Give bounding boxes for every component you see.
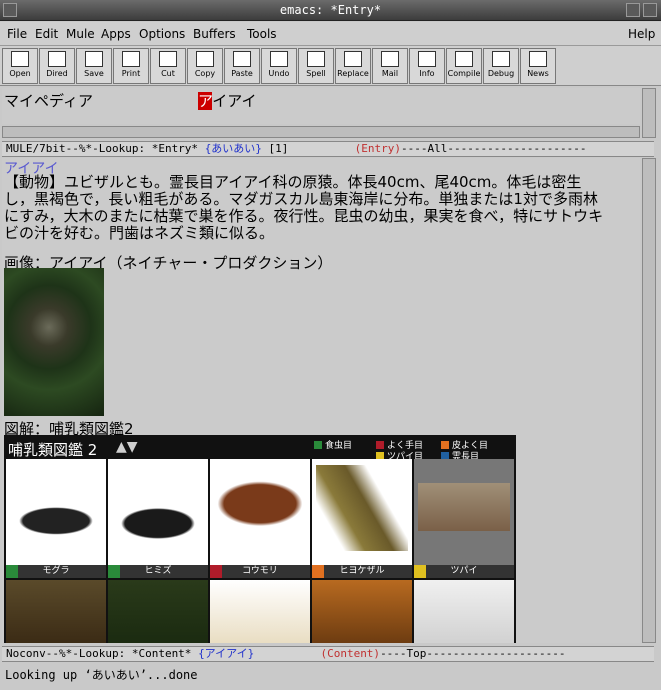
replace-button[interactable]: Replace	[335, 48, 371, 84]
lemur-cell[interactable]	[6, 580, 106, 643]
undo-icon	[270, 51, 288, 67]
dictionary-name[interactable]: マイペディア	[4, 90, 93, 111]
menu-tools[interactable]: Tools	[247, 27, 277, 41]
maximize-button[interactable]	[643, 3, 657, 17]
news-icon	[529, 51, 547, 67]
entry-body: 【動物】ユビザルとも。霊長目アイアイ科の原猿。体長40cm、尾40cm。体毛は密…	[4, 173, 604, 242]
undo-button[interactable]: Undo	[261, 48, 297, 84]
colugo-image	[316, 465, 408, 551]
save-button[interactable]: Save	[76, 48, 112, 84]
info-button[interactable]: Info	[409, 48, 445, 84]
guide-title: 哺乳類図鑑 2	[8, 441, 98, 459]
dired-icon	[48, 51, 66, 67]
tarsier-cell[interactable]	[210, 580, 310, 643]
legend-item: 食虫目	[314, 438, 352, 451]
menu-bar: File Edit Mule Apps Options Buffers Tool…	[0, 22, 661, 46]
minimize-button[interactable]	[626, 3, 640, 17]
modeline-entry: MULE/7bit--%*-Lookup: *Entry* {あいあい} [1]…	[2, 141, 654, 157]
animal-label: ヒミズ	[108, 565, 208, 578]
page-arrows-icon[interactable]: ▲▼	[116, 439, 138, 455]
replace-icon	[344, 51, 362, 67]
window-title: emacs: *Entry*	[279, 3, 382, 17]
bat-image	[214, 465, 306, 551]
news-button[interactable]: News	[520, 48, 556, 84]
info-icon	[418, 51, 436, 67]
monkey-cell[interactable]	[312, 580, 412, 643]
print-button[interactable]: Print	[113, 48, 149, 84]
menu-mule[interactable]: Mule	[66, 27, 95, 41]
paste-icon	[233, 51, 251, 67]
animal-cell[interactable]	[414, 459, 514, 565]
mail-icon	[381, 51, 399, 67]
menu-help[interactable]: Help	[628, 27, 655, 41]
main-vertical-scrollbar[interactable]	[642, 158, 656, 643]
title-bar: emacs: *Entry*	[0, 0, 661, 21]
menu-edit[interactable]: Edit	[35, 27, 58, 41]
legend-swatch	[441, 441, 449, 449]
compile-icon	[455, 51, 473, 67]
animal-label: コウモリ	[210, 565, 310, 578]
lookup-word[interactable]: アイアイ	[198, 90, 257, 111]
modeline-content: Noconv--%*-Lookup: *Content* {アイアイ} (Con…	[2, 646, 654, 662]
menu-file[interactable]: File	[7, 27, 27, 41]
animal-label: ツパイ	[414, 565, 514, 578]
spell-icon	[307, 51, 325, 67]
print-icon	[122, 51, 140, 67]
top-vertical-scrollbar[interactable]	[642, 88, 656, 138]
copy-button[interactable]: Copy	[187, 48, 223, 84]
mail-button[interactable]: Mail	[372, 48, 408, 84]
mole-image	[10, 465, 102, 551]
animal-cell[interactable]	[312, 459, 412, 565]
content-buffer[interactable]: アイアイ 【動物】ユビザルとも。霊長目アイアイ科の原猿。体長40cm、尾40cm…	[2, 158, 640, 643]
debug-button[interactable]: Debug	[483, 48, 519, 84]
lookup-buffer[interactable]: マイペディア アイアイ	[2, 88, 640, 124]
shrew-mole-image	[112, 465, 204, 551]
animal-cell[interactable]	[108, 459, 208, 565]
menu-apps[interactable]: Apps	[101, 27, 131, 41]
legend-swatch	[314, 441, 322, 449]
cut-icon	[159, 51, 177, 67]
animal-label: ヒヨケザル	[312, 565, 412, 578]
cursor-char: ア	[198, 92, 213, 110]
paste-button[interactable]: Paste	[224, 48, 260, 84]
toolbar: Open Dired Save Print Cut Copy Paste Und…	[0, 46, 661, 86]
open-button[interactable]: Open	[2, 48, 38, 84]
spider-monkey-cell[interactable]	[414, 580, 514, 643]
dired-button[interactable]: Dired	[39, 48, 75, 84]
spell-button[interactable]: Spell	[298, 48, 334, 84]
legend-swatch	[376, 441, 384, 449]
menu-buffers[interactable]: Buffers	[193, 27, 236, 41]
animal-cell[interactable]	[210, 459, 310, 565]
compile-button[interactable]: Compile	[446, 48, 482, 84]
aye-aye-photo	[4, 268, 104, 416]
echo-area[interactable]: Looking up ‘あいあい’...done	[2, 666, 654, 684]
save-icon	[85, 51, 103, 67]
menu-options[interactable]: Options	[139, 27, 185, 41]
mammal-guide-figure: 哺乳類図鑑 2 ▲▼ 食虫目 よく手目 皮よく目 ツパイ目 霊長目 モグラ ヒミ…	[4, 435, 516, 643]
cut-button[interactable]: Cut	[150, 48, 186, 84]
aye-aye-cell[interactable]	[108, 580, 208, 643]
animal-cell[interactable]	[6, 459, 106, 565]
animal-label: モグラ	[6, 565, 106, 578]
horizontal-scrollbar[interactable]	[2, 126, 640, 138]
debug-icon	[492, 51, 510, 67]
copy-icon	[196, 51, 214, 67]
open-icon	[11, 51, 29, 67]
tree-shrew-image	[418, 483, 510, 531]
